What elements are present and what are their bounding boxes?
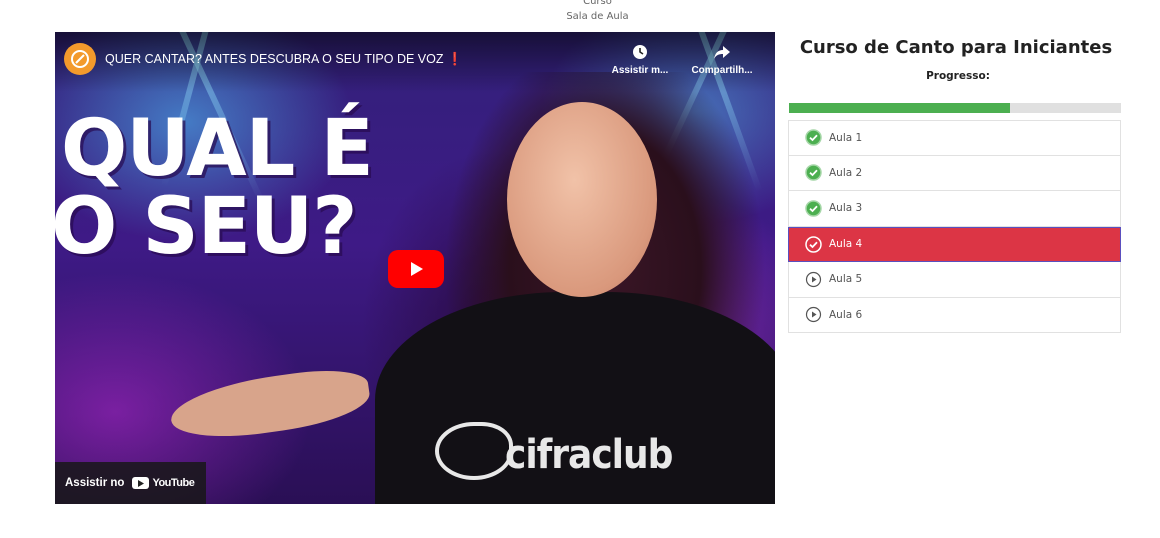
thumbnail-headline-2: O SEU? xyxy=(55,182,358,272)
lesson-label: Aula 3 xyxy=(829,202,863,215)
watch-later-button[interactable]: Assistir m... xyxy=(605,43,675,76)
play-button[interactable] xyxy=(388,250,444,288)
video-player[interactable]: QUAL É O SEU? cifraclub QUER CANTAR? ANT… xyxy=(55,32,775,504)
watch-on-label: Assistir no xyxy=(65,477,125,489)
guitar-logo-icon xyxy=(435,422,513,480)
check-circle-icon xyxy=(804,235,823,254)
lesson-list: Aula 1 Aula 2 Aula 3 Aula 4 Aula 5 Aula 6 xyxy=(788,120,1121,333)
music-note-icon xyxy=(71,50,89,68)
share-button[interactable]: Compartilh... xyxy=(687,43,757,76)
clock-icon xyxy=(633,45,647,59)
breadcrumb-classroom: Sala de Aula xyxy=(566,11,629,22)
lesson-label: Aula 4 xyxy=(829,238,863,251)
progress-bar-fill xyxy=(789,103,1011,113)
share-arrow-icon xyxy=(714,46,730,59)
check-circle-icon xyxy=(804,163,823,182)
lesson-item[interactable]: Aula 2 xyxy=(788,155,1121,191)
lesson-label: Aula 2 xyxy=(829,166,863,179)
lesson-item[interactable]: Aula 6 xyxy=(788,297,1121,333)
lesson-item[interactable]: Aula 3 xyxy=(788,191,1121,227)
play-icon xyxy=(411,262,423,276)
breadcrumb: Curso Sala de Aula xyxy=(0,0,1160,24)
lesson-item[interactable]: Aula 1 xyxy=(788,120,1121,156)
play-circle-icon xyxy=(804,270,823,289)
breadcrumb-course[interactable]: Curso xyxy=(0,0,1160,9)
watch-later-label: Assistir m... xyxy=(611,65,669,76)
check-circle-icon xyxy=(804,199,823,218)
youtube-play-icon xyxy=(132,477,150,489)
youtube-wordmark: YouTube xyxy=(152,477,195,489)
check-circle-icon xyxy=(804,128,823,147)
brand-logo: cifraclub xyxy=(505,432,673,478)
progress-label: Progresso: xyxy=(926,70,990,82)
lesson-label: Aula 6 xyxy=(829,308,863,321)
thumbnail-headline-1: QUAL É xyxy=(61,104,374,194)
progress-bar xyxy=(789,103,1121,113)
video-title[interactable]: QUER CANTAR? ANTES DESCUBRA O SEU TIPO D… xyxy=(105,52,463,67)
channel-avatar[interactable] xyxy=(64,43,96,75)
course-title: Curso de Canto para Iniciantes xyxy=(799,37,1113,58)
play-circle-icon xyxy=(804,305,823,324)
lesson-label: Aula 5 xyxy=(829,273,863,286)
lesson-item[interactable]: Aula 4 xyxy=(788,226,1121,262)
share-label: Compartilh... xyxy=(691,65,753,76)
lesson-item[interactable]: Aula 5 xyxy=(788,262,1121,298)
watch-on-youtube-link[interactable]: Assistir no YouTube xyxy=(55,462,206,504)
lesson-label: Aula 1 xyxy=(829,131,863,144)
presenter-face xyxy=(507,102,657,297)
youtube-logo: YouTube xyxy=(132,477,195,489)
